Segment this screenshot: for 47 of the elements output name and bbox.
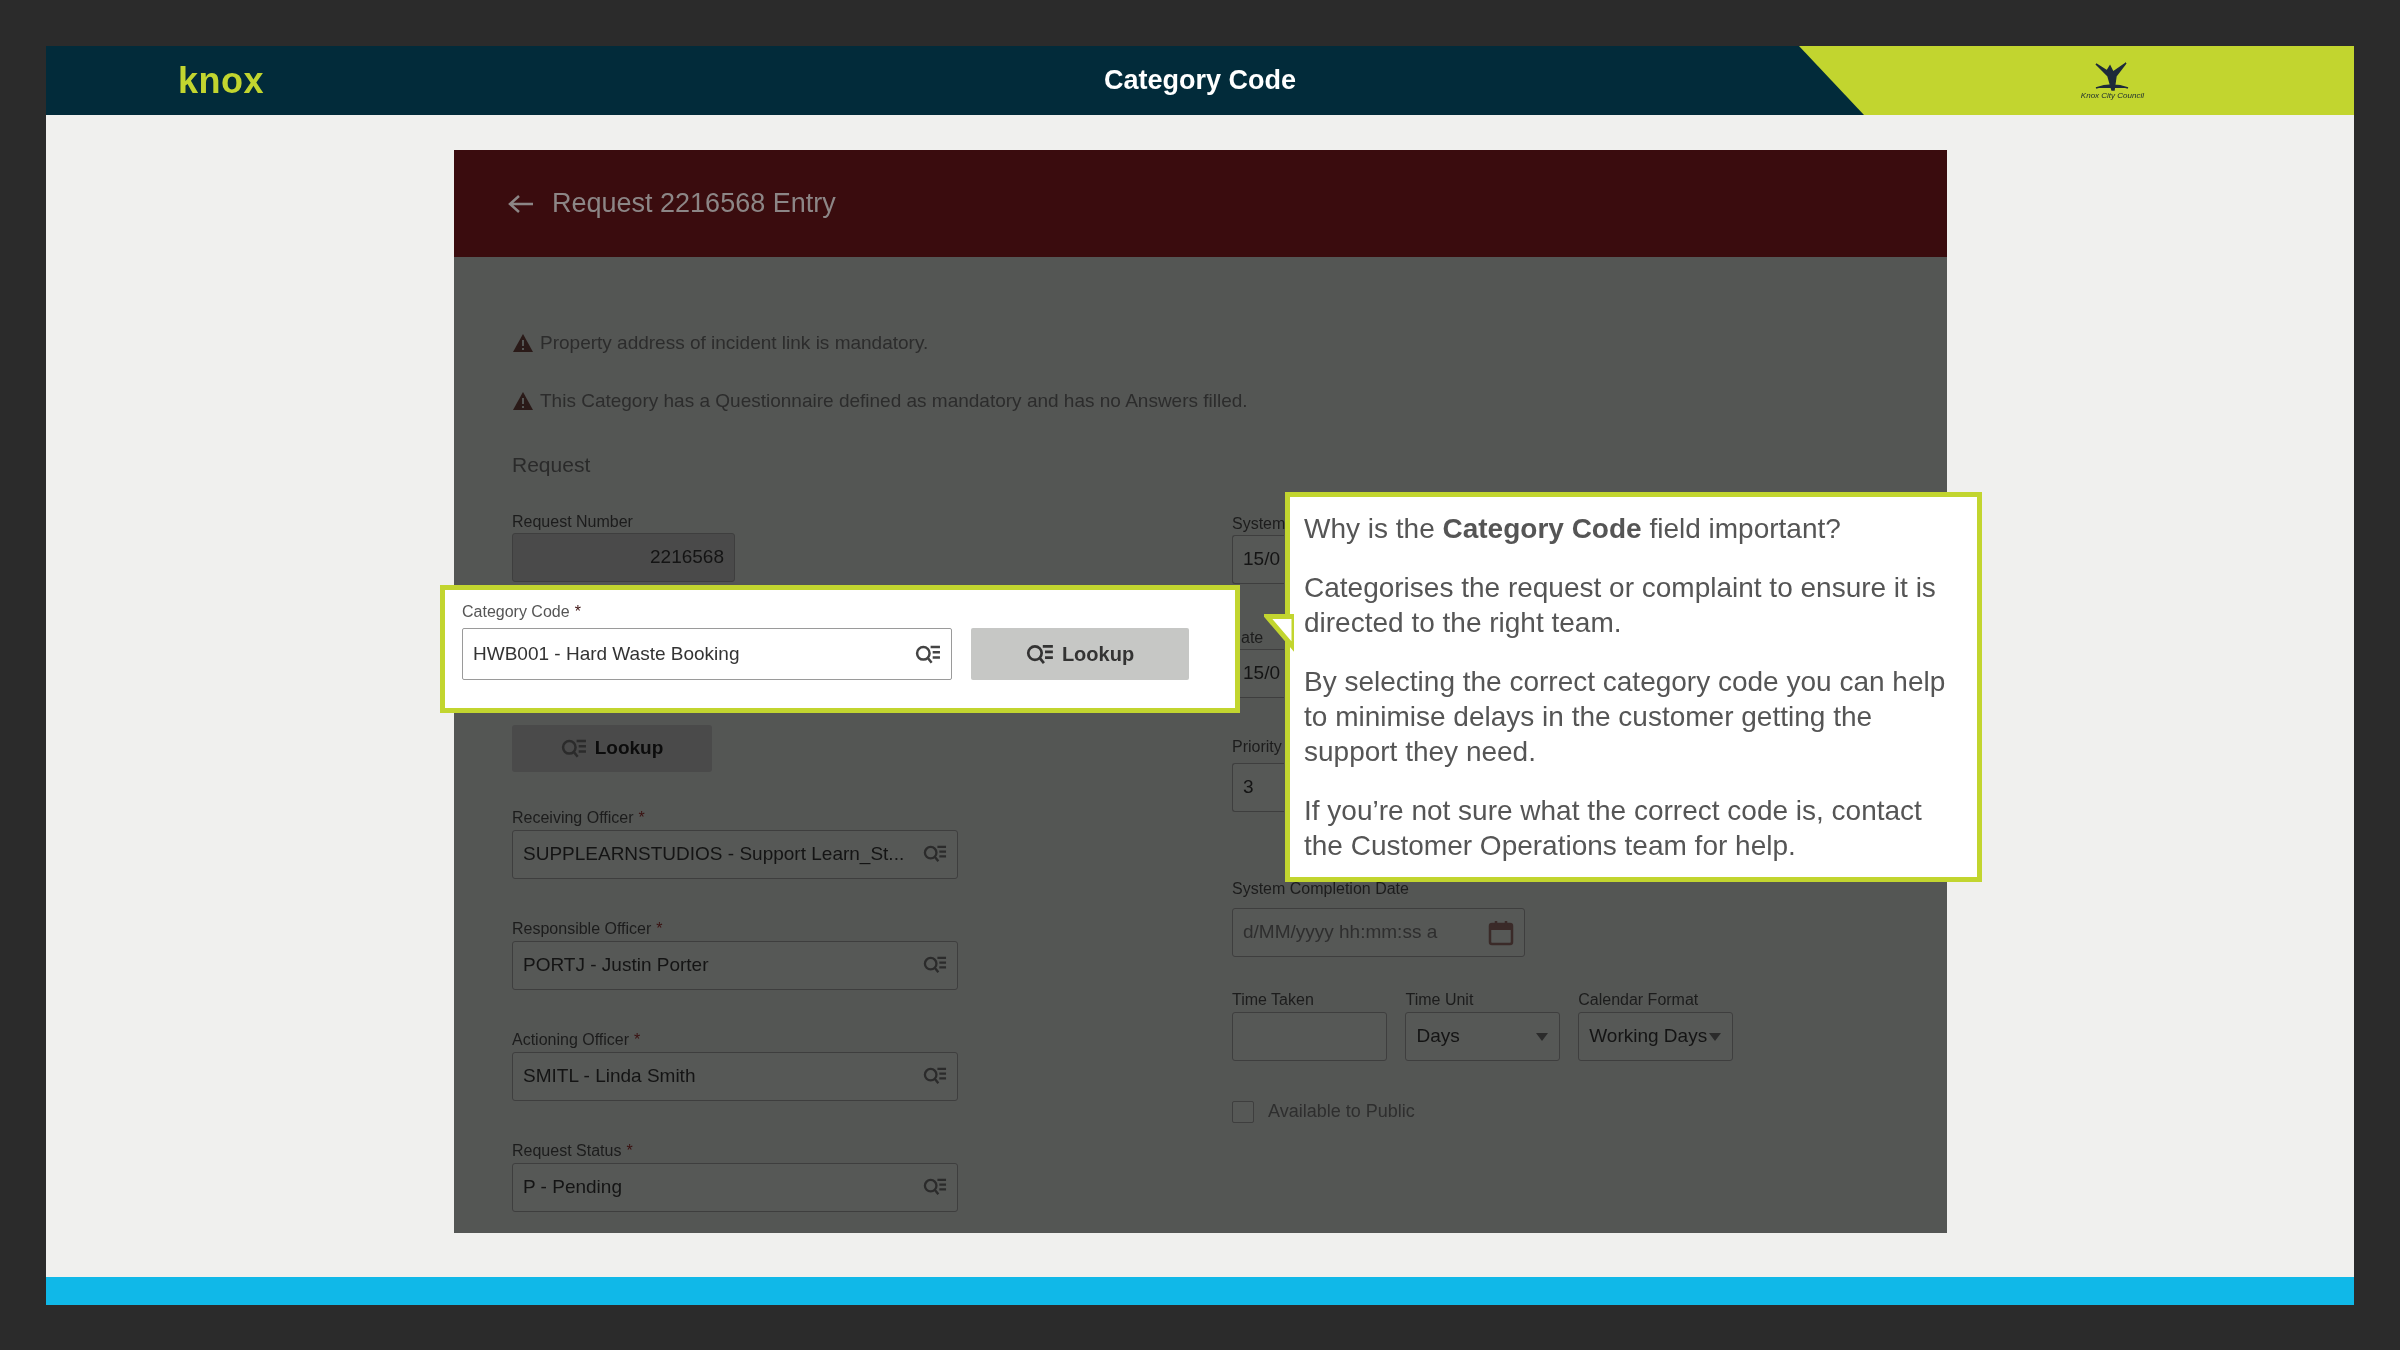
warning-icon [512,333,534,354]
search-list-icon [1025,642,1054,666]
field-label: Receiving Officer * [512,807,646,828]
field-label: System [1232,514,1286,534]
lookup-button[interactable]: Lookup [971,628,1189,680]
lookup-field[interactable]: HWB001 - Hard Waste Booking [462,628,952,680]
field-label: Request Status * [512,1140,634,1161]
search-list-icon [923,1066,947,1086]
field-label: Request Number [512,511,634,532]
lookup-button[interactable]: Lookup [512,724,712,772]
field-label: System Completion Date [1232,879,1410,899]
field-label: Time Taken [1232,990,1315,1010]
search-list-icon [560,737,587,759]
dropdown[interactable]: Days [1405,1012,1561,1061]
text-field[interactable]: 3 [1232,763,1284,812]
warning-icon [512,390,534,411]
caret-icon [1708,1031,1722,1042]
search-list-icon [915,643,941,665]
lookup-field[interactable]: SUPPLEARNSTUDIOS - Support Learn_St... [512,829,958,879]
field-label: Category Code * [462,602,581,622]
tooltip-heading: Why is the Category Code field important? [1304,512,1842,546]
text-field[interactable]: 15/0 [1232,535,1284,584]
field-label: ate [1241,628,1264,648]
caret-icon [1535,1031,1550,1042]
search-list-icon [923,955,947,975]
checkbox[interactable] [1232,1100,1254,1123]
search-list-icon [923,1177,947,1197]
field-label: Responsible Officer * [512,918,664,939]
dropdown[interactable]: Working Days [1578,1012,1733,1061]
field-label: Calendar Format [1578,990,1700,1010]
tooltip-paragraph: By selecting the correct category code you can help to minimise delays in the customer getting the support they need. [1304,665,1947,769]
back-arrow-icon[interactable] [508,193,534,214]
lookup-field[interactable]: PORTJ - Justin Porter [512,940,958,990]
lookup-field[interactable]: SMITL - Linda Smith [512,1051,958,1101]
field-label: Actioning Officer * [512,1029,642,1050]
emblem-caption: Knox City Council [2080,91,2144,100]
field-label: Time Unit [1405,990,1475,1010]
tooltip-paragraph: Categorises the request or complaint to ensure it is directed to the right team. [1304,571,1937,640]
slide-title: Category Code [1103,65,1296,96]
tooltip-paragraph: If you’re not sure what the correct code is, contact the Customer Operations team for help. [1304,794,1923,863]
knox-logo: knox [178,58,265,103]
calendar-icon[interactable] [1488,919,1514,946]
page-title: Request 2216568 Entry [552,187,836,221]
search-list-icon [923,844,947,864]
text-field[interactable] [1232,1012,1388,1061]
field-label: Priority [1232,737,1282,757]
lookup-field[interactable]: P - Pending [512,1162,958,1212]
